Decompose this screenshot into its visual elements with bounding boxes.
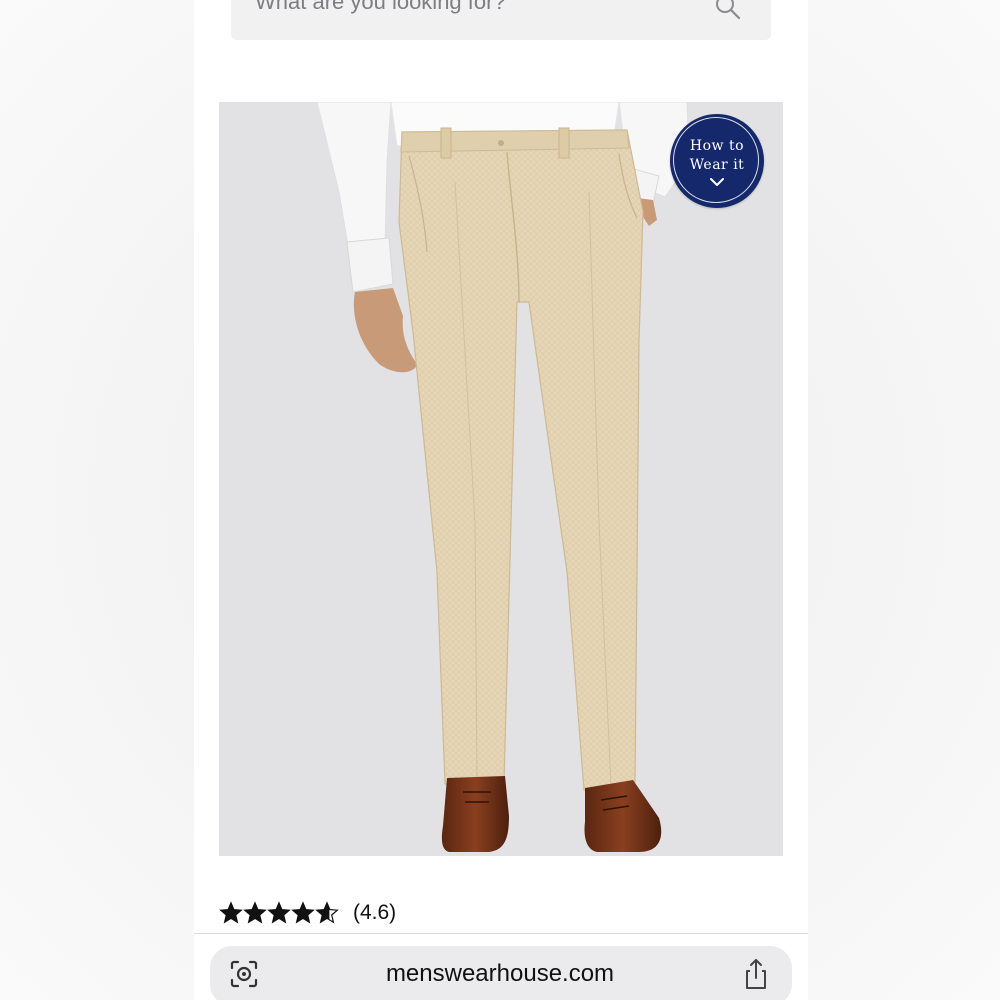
badge-line-2: Wear it <box>689 157 745 173</box>
search-bar[interactable] <box>231 0 771 40</box>
how-to-wear-it-badge[interactable]: How to Wear it <box>670 114 764 208</box>
star-full-icon <box>267 901 291 924</box>
url-text[interactable]: menswearhouse.com <box>300 960 700 988</box>
browser-address-bar[interactable]: menswearhouse.com <box>210 946 792 1000</box>
rating-stars <box>219 901 339 925</box>
visual-search-icon[interactable] <box>228 958 260 990</box>
star-partial-icon <box>315 901 339 924</box>
rating-count: (4.6) <box>353 901 397 924</box>
toolbar-divider <box>194 933 808 934</box>
chevron-down-icon <box>710 178 724 186</box>
star-full-icon <box>291 901 315 924</box>
badge-line-1: How to <box>689 138 745 154</box>
share-icon[interactable] <box>740 957 772 991</box>
search-icon[interactable] <box>713 0 743 22</box>
search-input[interactable] <box>255 0 675 14</box>
star-full-icon <box>243 901 267 924</box>
product-image[interactable]: How to Wear it <box>219 102 783 856</box>
phone-screen: How to Wear it (4.6) menswearhouse.com <box>194 0 808 1000</box>
star-full-icon <box>219 901 243 924</box>
product-rating[interactable]: (4.6) <box>219 898 396 928</box>
model-figure-illustration <box>316 102 690 852</box>
